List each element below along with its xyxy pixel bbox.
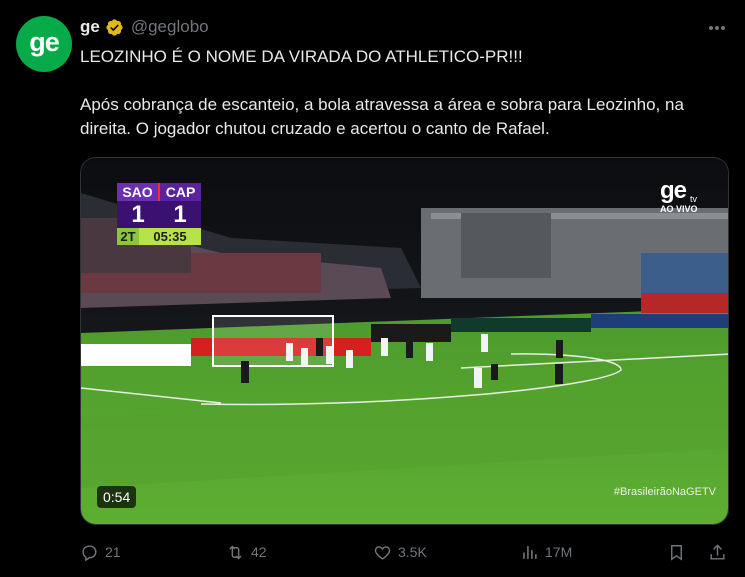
avatar[interactable]: ge	[16, 16, 72, 72]
retweet-count: 42	[251, 544, 267, 560]
video-duration: 0:54	[97, 486, 137, 508]
scoreboard: SAO CAP 1 1 2T 05:35	[117, 183, 201, 245]
verified-badge-icon	[106, 18, 123, 36]
action-bar: 21 42 3.5K 17M	[80, 540, 729, 564]
share-button[interactable]	[708, 540, 727, 564]
match-clock: 05:35	[153, 229, 187, 244]
author-name[interactable]: ge	[80, 17, 100, 37]
bookmark-button[interactable]	[667, 540, 686, 564]
match-half: 2T	[117, 228, 139, 245]
like-count: 3.5K	[398, 544, 427, 560]
video-player[interactable]: SAO CAP 1 1 2T 05:35 ge tv AO VIVO #Bras…	[80, 157, 729, 525]
view-count: 17M	[545, 544, 573, 560]
heart-icon	[374, 545, 391, 560]
away-team-abbr: CAP	[158, 183, 201, 201]
analytics-icon	[523, 545, 537, 559]
home-score: 1	[131, 200, 145, 228]
views-button[interactable]: 17M	[520, 540, 572, 564]
more-options-icon[interactable]	[705, 16, 729, 40]
author-handle[interactable]: @geglobo	[131, 17, 209, 37]
tweet-text: LEOZINHO É O NOME DA VIRADA DO ATHLETICO…	[80, 47, 684, 138]
broadcaster-tv-text: tv	[690, 194, 698, 204]
away-score: 1	[173, 200, 187, 228]
reply-icon	[82, 544, 97, 561]
broadcaster-logo: ge tv AO VIVO	[660, 179, 722, 215]
like-button[interactable]: 3.5K	[373, 540, 427, 564]
share-icon	[710, 543, 725, 560]
live-indicator: AO VIVO	[660, 204, 698, 214]
retweet-button[interactable]: 42	[226, 540, 267, 564]
reply-count: 21	[105, 544, 121, 560]
hashtag-watermark: #BrasileirãoNaGETV	[613, 486, 716, 498]
bookmark-icon	[671, 544, 682, 561]
tweet-header: ge @geglobo	[80, 15, 209, 39]
home-team-abbr: SAO	[117, 183, 158, 201]
retweet-icon	[229, 545, 242, 559]
reply-button[interactable]: 21	[80, 540, 121, 564]
avatar-logo-text: ge	[29, 26, 59, 57]
